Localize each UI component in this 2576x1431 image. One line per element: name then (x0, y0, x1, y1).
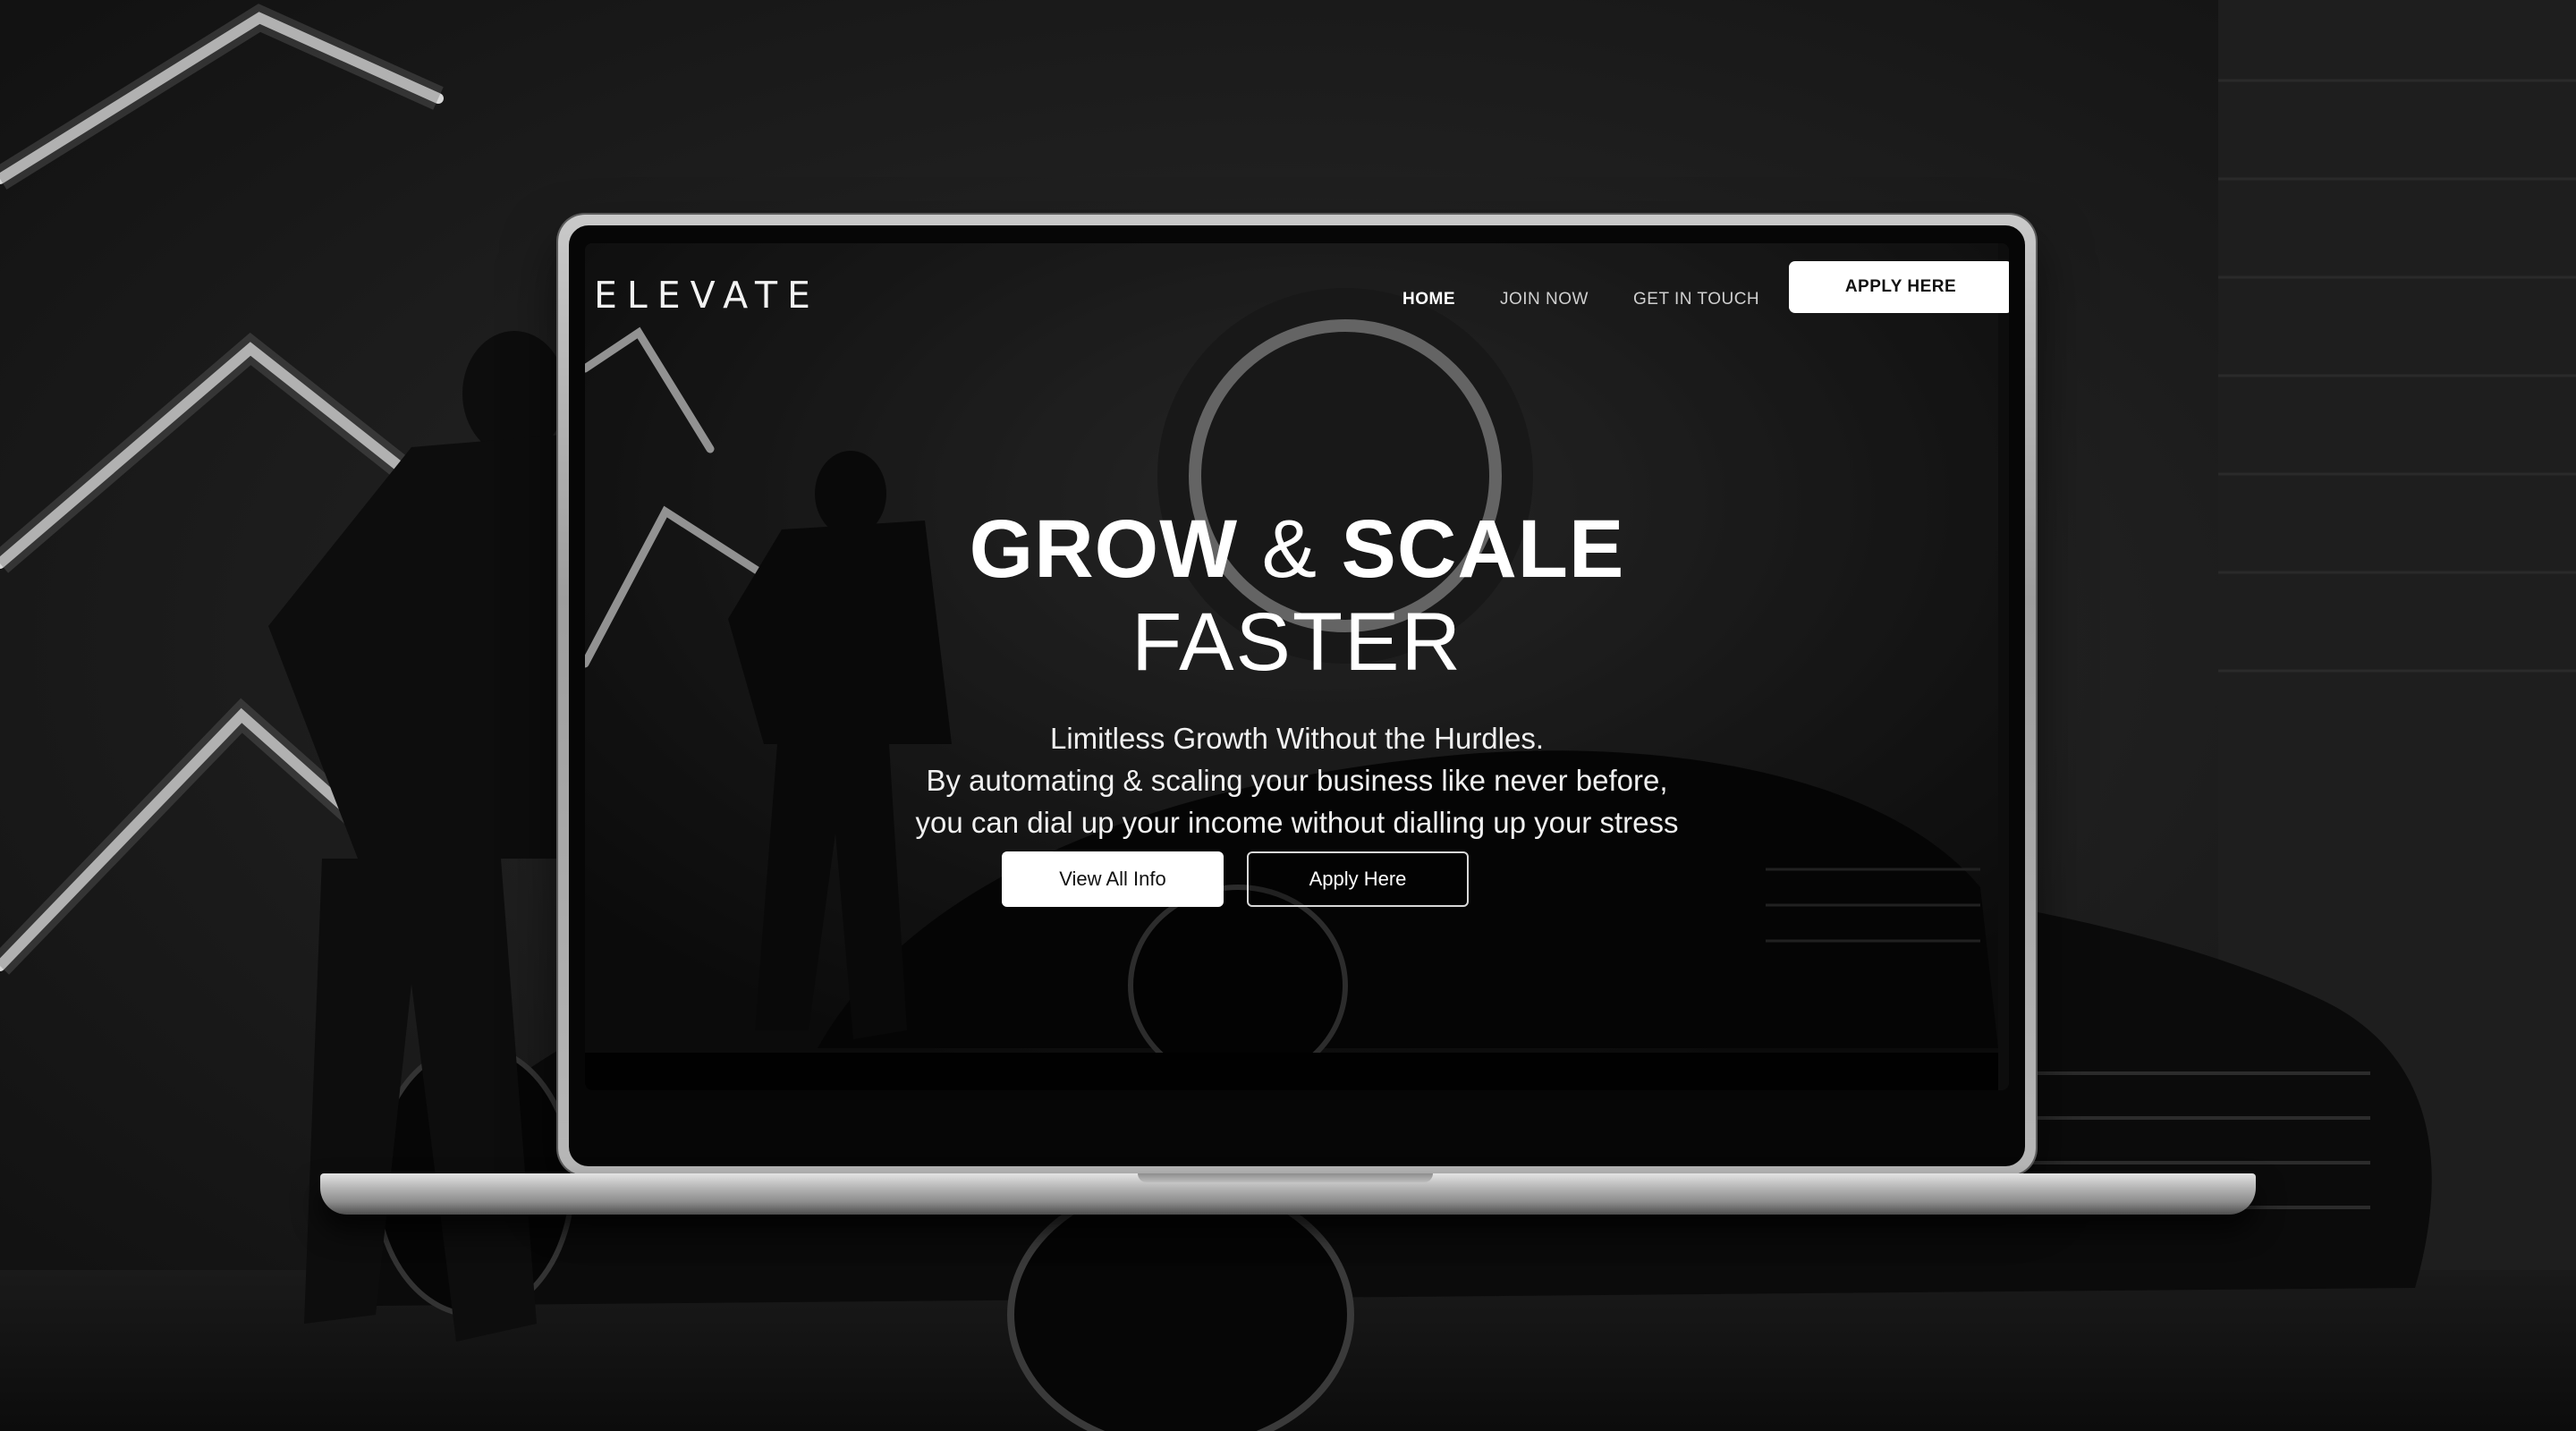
hero-title-scale: SCALE (1341, 504, 1625, 595)
main-nav: HOME JOIN NOW GET IN TOUCH (1402, 290, 1804, 309)
hero-title-line1: GROW & SCALE (585, 503, 2009, 596)
nav-get-in-touch-link[interactable]: GET IN TOUCH (1633, 290, 1759, 309)
hero-subtitle: Limitless Growth Without the Hurdles. By… (585, 717, 2009, 843)
hero-buttons: View All Info Apply Here (585, 851, 2009, 907)
apply-here-hero-button[interactable]: Apply Here (1247, 851, 1469, 907)
view-all-info-button[interactable]: View All Info (1002, 851, 1224, 907)
site-header: ELEVATE HOME JOIN NOW GET IN TOUCH APPLY… (585, 243, 2009, 342)
laptop-bezel: ELEVATE HOME JOIN NOW GET IN TOUCH APPLY… (569, 225, 2025, 1166)
laptop-notch (1138, 1173, 1433, 1182)
hero-subtitle-line: you can dial up your income without dial… (915, 806, 1679, 839)
hero-title-ampersand: & (1261, 504, 1318, 595)
elevate-logo[interactable]: ELEVATE (594, 274, 820, 317)
hero-title-grow: GROW (969, 504, 1239, 595)
hero-subtitle-line: By automating & scaling your business li… (926, 764, 1668, 797)
apply-here-nav-button[interactable]: APPLY HERE (1789, 261, 2009, 313)
nav-home-link[interactable]: HOME (1402, 290, 1455, 309)
laptop-mockup: ELEVATE HOME JOIN NOW GET IN TOUCH APPLY… (558, 215, 2036, 1175)
nav-join-now-link[interactable]: JOIN NOW (1500, 290, 1589, 309)
hero-subtitle-line: Limitless Growth Without the Hurdles. (1049, 722, 1545, 755)
hero-section: GROW & SCALE FASTER Limitless Growth Wit… (585, 503, 2009, 843)
hero-title-line2: FASTER (1131, 597, 1462, 688)
website-screen: ELEVATE HOME JOIN NOW GET IN TOUCH APPLY… (585, 243, 2009, 1090)
